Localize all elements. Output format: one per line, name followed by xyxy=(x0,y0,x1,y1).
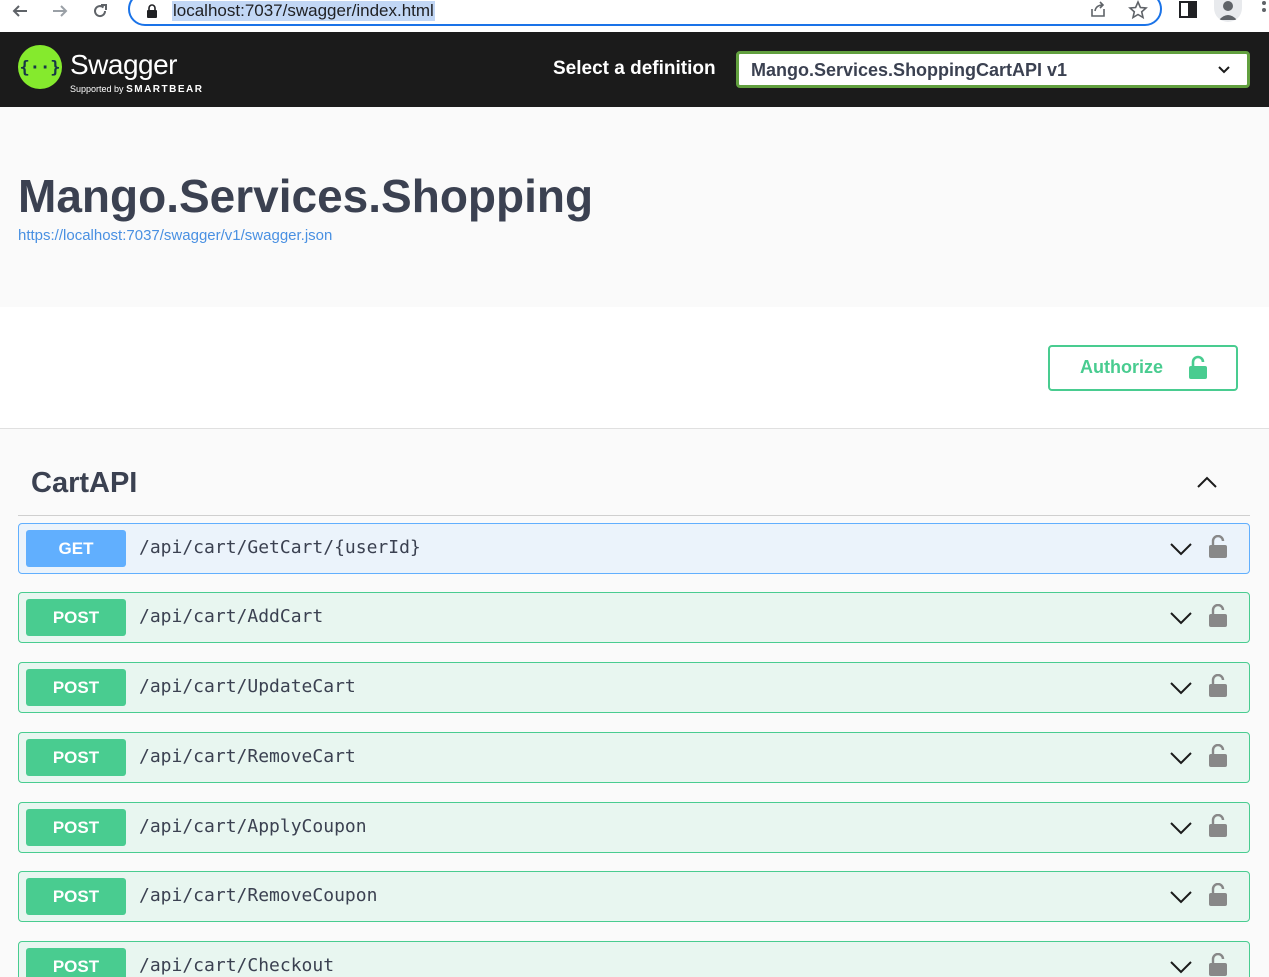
method-badge: POST xyxy=(26,948,126,977)
swagger-logo-icon[interactable]: {··} xyxy=(18,45,62,89)
definition-select-value: Mango.Services.ShoppingCartAPI v1 xyxy=(751,60,1068,80)
operation-applycoupon[interactable]: POST /api/cart/ApplyCoupon xyxy=(18,802,1250,853)
chevron-down-icon[interactable] xyxy=(1169,611,1193,625)
unlocked-icon[interactable] xyxy=(1209,604,1227,628)
operation-getcart[interactable]: GET /api/cart/GetCart/{userId} xyxy=(18,523,1250,574)
operation-path: /api/cart/ApplyCoupon xyxy=(139,816,367,837)
operation-removecart[interactable]: POST /api/cart/RemoveCart xyxy=(18,732,1250,783)
spec-url-link[interactable]: https://localhost:7037/swagger/v1/swagge… xyxy=(18,227,332,244)
chevron-down-icon[interactable] xyxy=(1169,681,1193,695)
url-text[interactable]: localhost:7037/swagger/index.html xyxy=(172,1,435,21)
operation-removecoupon[interactable]: POST /api/cart/RemoveCoupon xyxy=(18,871,1250,922)
operation-addcart[interactable]: POST /api/cart/AddCart xyxy=(18,592,1250,643)
tagline-prefix: Supported by xyxy=(70,84,124,94)
method-badge: POST xyxy=(26,809,126,846)
tagline-brand: SMARTBEAR xyxy=(126,84,204,95)
operation-path: /api/cart/AddCart xyxy=(139,606,324,627)
reload-icon[interactable] xyxy=(88,0,112,22)
chevron-down-icon[interactable] xyxy=(1169,542,1193,556)
chevron-down-icon xyxy=(1218,66,1230,74)
operation-path: /api/cart/Checkout xyxy=(139,955,335,976)
swagger-logo-text: Swagger xyxy=(70,49,178,80)
chevron-down-icon[interactable] xyxy=(1169,890,1193,904)
menu-kebab-icon[interactable] xyxy=(1260,0,1268,20)
method-badge: POST xyxy=(26,739,126,776)
method-badge: GET xyxy=(26,530,126,567)
chevron-down-icon[interactable] xyxy=(1169,751,1193,765)
operation-path: /api/cart/UpdateCart xyxy=(139,676,356,697)
operation-path: /api/cart/RemoveCart xyxy=(139,746,356,767)
side-panel-icon[interactable] xyxy=(1178,0,1198,20)
method-badge: POST xyxy=(26,878,126,915)
lock-icon xyxy=(147,4,157,18)
unlocked-icon[interactable] xyxy=(1209,744,1227,768)
unlocked-icon xyxy=(1189,355,1207,379)
unlocked-icon[interactable] xyxy=(1209,883,1227,907)
scheme-container: Authorize xyxy=(0,307,1269,429)
definition-select[interactable]: Mango.Services.ShoppingCartAPI v1 xyxy=(736,51,1250,88)
page-title: Mango.Services.Shopping xyxy=(18,170,594,222)
browser-toolbar: localhost:7037/swagger/index.html xyxy=(0,0,1269,32)
unlocked-icon[interactable] xyxy=(1209,535,1227,559)
operation-checkout[interactable]: POST /api/cart/Checkout xyxy=(18,941,1250,977)
unlocked-icon[interactable] xyxy=(1209,814,1227,838)
operation-path: /api/cart/GetCart/{userId} xyxy=(139,537,421,558)
chevron-up-icon[interactable] xyxy=(1196,475,1218,489)
chevron-down-icon[interactable] xyxy=(1169,821,1193,835)
share-icon[interactable] xyxy=(1088,0,1108,20)
address-bar[interactable]: localhost:7037/swagger/index.html xyxy=(128,0,1162,26)
smartbear-tagline: Supported by SMARTBEAR xyxy=(70,84,203,95)
authorize-button[interactable]: Authorize xyxy=(1048,345,1238,391)
svg-text:{··}: {··} xyxy=(20,58,61,78)
chevron-down-icon[interactable] xyxy=(1169,960,1193,974)
method-badge: POST xyxy=(26,599,126,636)
tag-header-cartapi[interactable]: CartAPI xyxy=(18,429,1250,516)
forward-arrow-icon[interactable] xyxy=(48,0,72,22)
method-badge: POST xyxy=(26,669,126,706)
star-icon[interactable] xyxy=(1128,0,1148,20)
unlocked-icon[interactable] xyxy=(1209,953,1227,977)
operations-section: CartAPI GET /api/cart/GetCart/{userId} P… xyxy=(0,429,1269,977)
unlocked-icon[interactable] xyxy=(1209,674,1227,698)
back-arrow-icon[interactable] xyxy=(8,0,32,22)
profile-avatar-icon[interactable] xyxy=(1214,0,1242,22)
operation-path: /api/cart/RemoveCoupon xyxy=(139,885,378,906)
operation-updatecart[interactable]: POST /api/cart/UpdateCart xyxy=(18,662,1250,713)
swagger-topbar: {··} Swagger Supported by SMARTBEAR Sele… xyxy=(0,32,1269,107)
authorize-label: Authorize xyxy=(1080,357,1163,377)
definition-label: Select a definition xyxy=(553,58,716,79)
api-info: Mango.Services.Shopping https://localhos… xyxy=(0,107,1269,307)
tag-name: CartAPI xyxy=(31,467,138,499)
